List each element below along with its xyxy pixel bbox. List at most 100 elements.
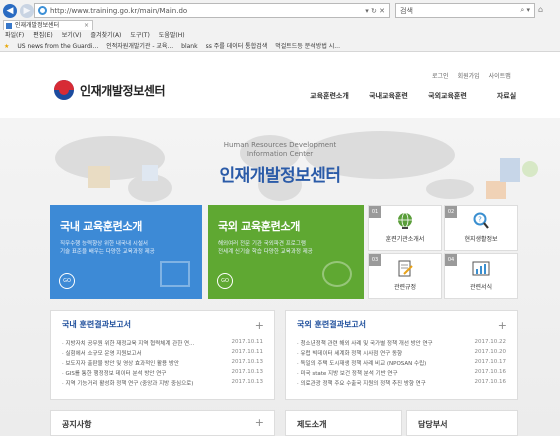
domestic-reports-panel: 국내 훈련결과보고서 + · 지방자치 공무원 위한 재정교육 지역 협력체계 … [50,310,275,400]
more-plus-icon[interactable]: + [255,319,264,332]
signup-link[interactable]: 회원가입 [458,71,480,80]
forward-button[interactable]: ▶ [20,4,34,18]
tab-active[interactable]: 인재개발정보센터 × [3,20,93,30]
list-item-title[interactable]: · 지방자치 공무원 위한 재정교육 지역 협력체계 관한 연... [62,339,232,349]
domestic-training-box[interactable]: 국내 교육훈련소개 직무수행 능력향상 위한 내국내 시설서 기술 표준을 배우… [50,205,202,299]
notice-title[interactable]: 공지사항 [62,420,91,429]
sitemap-link[interactable]: 사이트맵 [489,71,511,80]
refresh-icon[interactable]: ▾ ↻ ✕ [365,7,385,15]
list-item-date: 2017.10.17 [474,359,507,365]
list-item-title[interactable]: · GIS를 통한 행정정보 데이터 분석 방안 연구 [62,369,232,379]
list-item[interactable]: · 독일의 주택 도시재생 정책 사례 비교 (NPOSAN 수립) 2017.1… [297,359,506,369]
list-item[interactable]: · 유럽 빅데이터 세계화 정책 시사점 연구 동향 2017.10.20 [297,349,506,359]
quick-label: 관련서식 [469,284,493,291]
list-item-title[interactable]: · 지역 기능거리 활성화 정책 연구 (중앙과 지방 중심으로) [62,379,232,389]
menu-tools[interactable]: 도구(T) [130,31,149,41]
quick-label: 관련규정 [393,284,417,291]
search-icon[interactable]: ⌕ ▾ [520,6,530,15]
quick-label: 훈련기관소개서 [385,236,425,243]
quick-num: 04 [445,254,457,266]
navigation-bar: ◀ ▶ http://www.training.go.kr/main/Main.… [0,2,560,20]
overseas-go-button[interactable]: GO [217,273,233,289]
domestic-desc-line-2: 기술 표준을 배우는 다양한 교육과정 제공 [60,249,155,255]
list-item-title[interactable]: · 실험에서 소규모 운영 지원보고서 [62,349,232,359]
overseas-desc-line-1: 해외여러 전문 기관 국외파견 프로그램 [218,241,306,247]
utility-links: 로그인 회원가입 사이트맵 [432,71,511,80]
favorite-4[interactable]: ss 주를 데이터 통합검색 [206,41,268,52]
menu-help[interactable]: 도움말(H) [159,31,185,41]
menu-bar: 파일(F) 편집(E) 보기(V) 즐겨찾기(A) 도구(T) 도움말(H) [0,31,560,41]
system-panel: 제도소개 [285,410,402,436]
list-item[interactable]: · 실험에서 소규모 운영 지원보고서 2017.10.11 [62,349,263,359]
list-item-title[interactable]: · 유럽 빅데이터 세계화 정책 시사점 연구 동향 [297,349,467,359]
home-icon[interactable]: ⌂ [538,5,543,14]
more-plus-icon[interactable]: + [498,319,507,332]
taegeuk-logo-icon [54,80,74,100]
gnb-domestic[interactable]: 국내교육훈련 [359,91,418,101]
list-item-title[interactable]: · 독일의 주택 도시재생 정책 사례 비교 (NPOSAN 수립) [297,359,467,369]
list-item[interactable]: · 청소년정책 관련 해외 사례 및 국가별 정책 개선 방안 연구 2017.1… [297,339,506,349]
system-title[interactable]: 제도소개 [297,420,326,429]
list-item-title[interactable]: · 미국 state 지방 보건 정책 분석 기반 연구 [297,369,467,379]
list-item-date: 2017.10.13 [231,359,264,365]
domestic-desc-line-1: 직무수행 능력향상 위한 내국내 시설서 [60,241,148,247]
list-item[interactable]: · 지방자치 공무원 위한 재정교육 지역 협력체계 관한 연... 2017.1… [62,339,263,349]
domestic-go-button[interactable]: GO [59,273,75,289]
list-item-date: 2017.10.16 [474,369,507,375]
quick-num: 02 [445,206,457,218]
quick-link-institutions[interactable]: 01 훈련기관소개서 [368,205,442,251]
star-icon[interactable]: ★ [4,41,9,52]
contact-panel: 담당부서 [406,410,518,436]
menu-file[interactable]: 파일(F) [5,31,24,41]
menu-view[interactable]: 보기(V) [62,31,82,41]
favorite-3[interactable]: blank [181,41,197,52]
list-item[interactable]: · 보도지자 출판물 방안 및 영상 효과적인 활용 방안 2017.10.13 [62,359,263,369]
main-navigation: 교육훈련소개 국내교육훈련 국외교육훈련 자료실 [300,91,536,101]
list-item-title[interactable]: · 의료관광 정책 주요 수출국 지원의 정책 추진 방향 연구 [297,379,467,389]
domestic-box-desc: 직무수행 능력향상 위한 내국내 시설서 기술 표준을 배우는 다양한 교육과정… [60,240,192,256]
favorite-2[interactable]: 인적자원개발기관 - 교육... [106,41,173,52]
hero-subtitle-line-2: Information Center [246,150,314,158]
login-link[interactable]: 로그인 [432,71,449,80]
overseas-training-box[interactable]: 국외 교육훈련소개 해외여러 전문 기관 국외파견 프로그램 전세계 신기술 학… [208,205,364,299]
search-box[interactable]: 검색 ⌕ ▾ [395,3,535,18]
address-bar[interactable]: http://www.training.go.kr/main/Main.do ▾… [34,3,390,18]
gnb-archive[interactable]: 자료실 [477,91,536,101]
domestic-reports-list: · 지방자치 공무원 위한 재정교육 지역 협력체계 관한 연... 2017.1… [62,339,263,389]
contact-title[interactable]: 담당부서 [418,420,447,429]
quick-num: 03 [369,254,381,266]
url-text[interactable]: http://www.training.go.kr/main/Main.do [50,7,365,15]
list-item[interactable]: · 미국 state 지방 보건 정책 분석 기반 연구 2017.10.16 [297,369,506,379]
close-tab-icon[interactable]: × [84,21,89,30]
list-item-date: 2017.10.13 [231,369,264,375]
site-logo[interactable]: 인재개발정보센터 [54,80,166,100]
gnb-intro[interactable]: 교육훈련소개 [300,91,359,101]
back-button[interactable]: ◀ [3,4,17,18]
list-item-date: 2017.10.22 [474,339,507,345]
logo-text: 인재개발정보센터 [80,83,166,98]
quick-link-regulations[interactable]: 03 관련규정 [368,253,442,299]
passport-icon [322,261,352,287]
menu-favorites[interactable]: 즐겨찾기(A) [91,31,122,41]
favorite-1[interactable]: US news from the Guardi... [17,41,98,52]
list-item[interactable]: · 의료관광 정책 주요 수출국 지원의 정책 추진 방향 연구 2017.10.… [297,379,506,389]
list-item-title[interactable]: · 청소년정책 관련 해외 사례 및 국가별 정책 개선 방안 연구 [297,339,467,349]
search-query[interactable]: 검색 [400,6,520,16]
quick-link-local-info[interactable]: 02 ? 현지생활정보 [444,205,518,251]
favorite-5[interactable]: 먹걸트드등 분석방법 시... [275,41,340,52]
overseas-reports-title[interactable]: 국외 훈련결과보고서 [297,319,506,330]
overseas-box-desc: 해외여러 전문 기관 국외파견 프로그램 전세계 신기술 학습 다양한 교육과정… [218,240,354,256]
globe-icon [398,212,412,229]
gnb-overseas[interactable]: 국외교육훈련 [418,91,477,101]
more-plus-icon[interactable]: + [255,416,264,429]
menu-edit[interactable]: 편집(E) [33,31,53,41]
ie-icon [38,6,47,15]
list-item-date: 2017.10.11 [231,339,264,345]
list-item[interactable]: · GIS를 통한 행정정보 데이터 분석 방안 연구 2017.10.13 [62,369,263,379]
domestic-reports-title[interactable]: 국내 훈련결과보고서 [62,319,263,330]
list-item-title[interactable]: · 보도지자 출판물 방안 및 영상 효과적인 활용 방안 [62,359,232,369]
tab-title: 인재개발정보센터 [15,22,60,29]
list-item[interactable]: · 지역 기능거리 활성화 정책 연구 (중앙과 지방 중심으로) 2017.10… [62,379,263,389]
hero-subtitle-line-1: Human Resources Development [223,141,337,149]
quick-link-forms[interactable]: 04 관련서식 [444,253,518,299]
